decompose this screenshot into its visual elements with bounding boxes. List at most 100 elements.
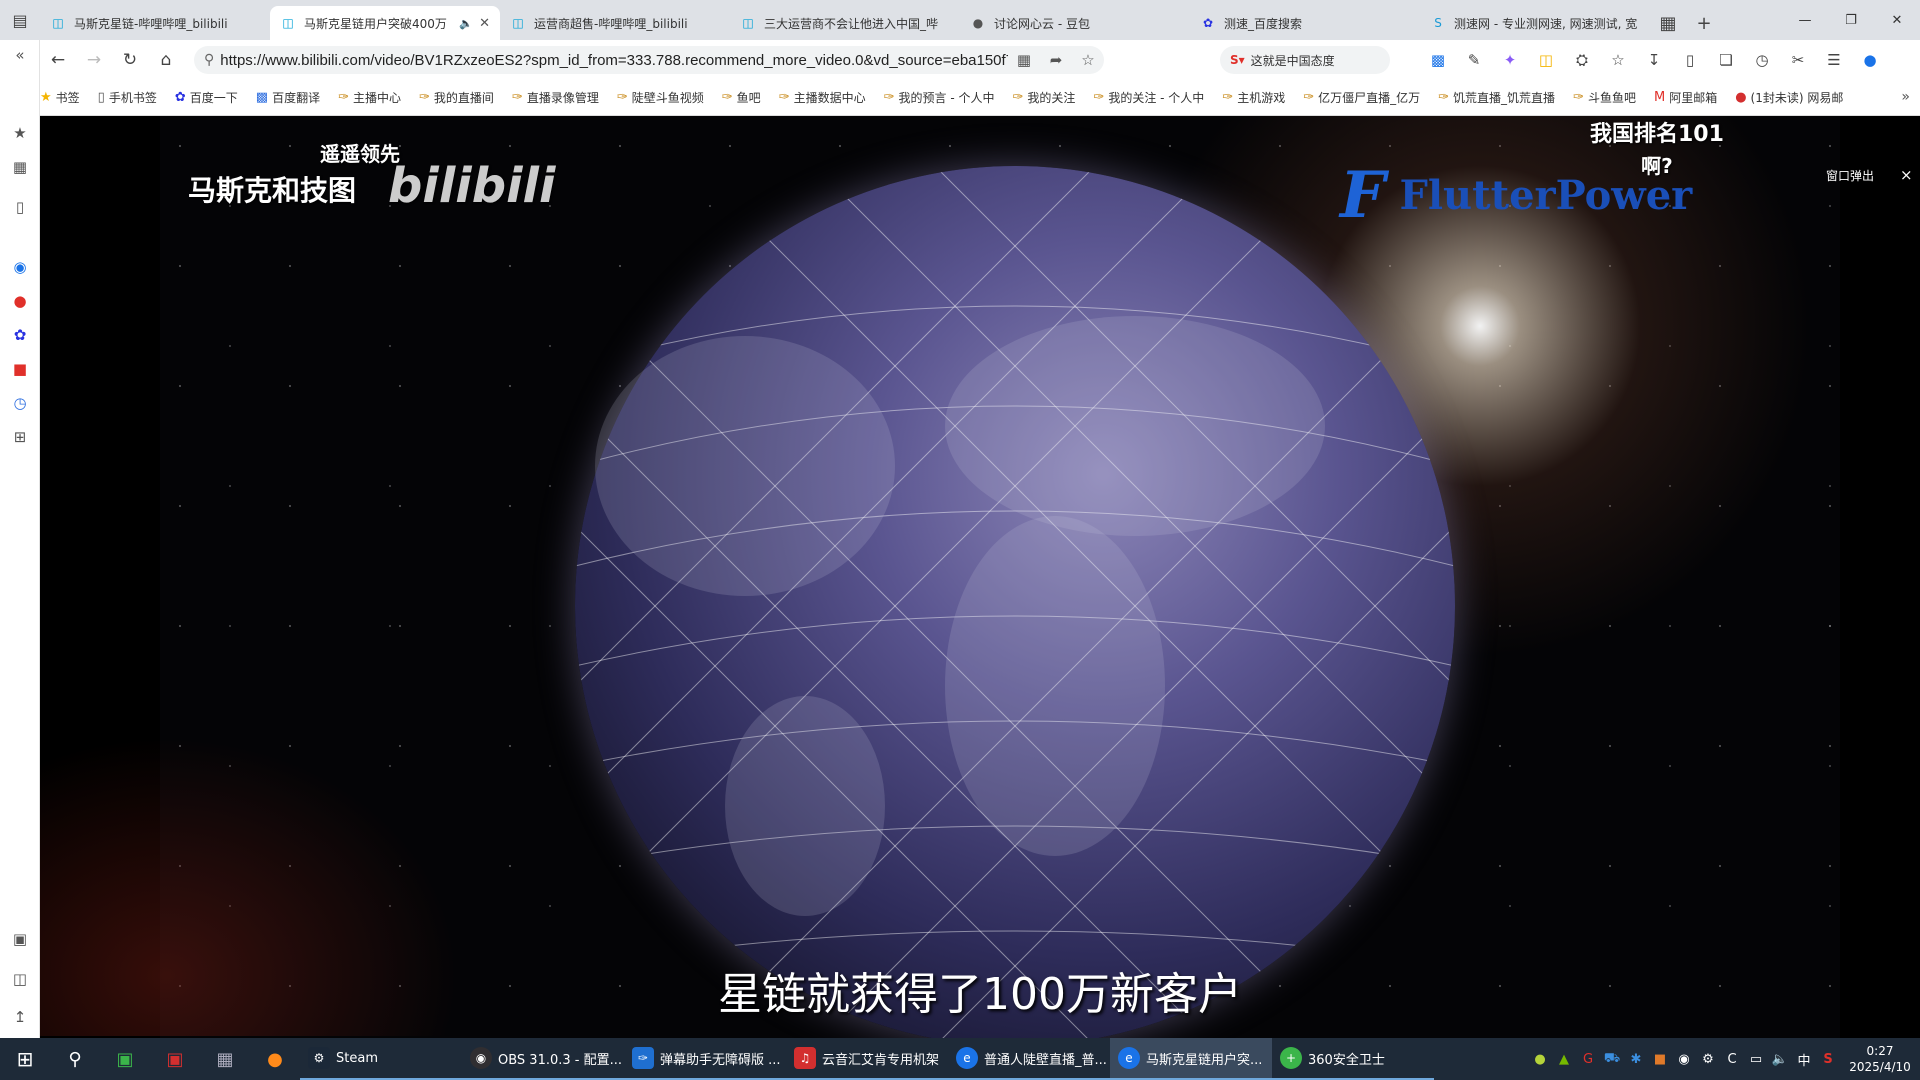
- add-side-icon[interactable]: ⊞: [0, 428, 40, 446]
- volume-icon[interactable]: 🔈: [1768, 1052, 1792, 1067]
- cut-icon[interactable]: ✂: [1780, 51, 1816, 69]
- clock-side-icon[interactable]: ◷: [0, 394, 40, 412]
- bookmark-item[interactable]: ✑ 斗鱼鱼吧: [1573, 89, 1636, 106]
- extensions-icon[interactable]: ⛭: [1564, 51, 1600, 69]
- search-box-text[interactable]: 这就是中国态度: [1251, 52, 1335, 69]
- taskbar-app-browser-1[interactable]: e 普通人陡壁直播_普...: [948, 1038, 1110, 1080]
- favorites-side-icon[interactable]: ★: [0, 124, 40, 142]
- home-icon[interactable]: ⌂: [148, 42, 184, 78]
- ime-icon[interactable]: S: [1816, 1052, 1840, 1067]
- avatar[interactable]: ●: [1852, 51, 1888, 69]
- bookmark-item[interactable]: ✑ 陡壁斗鱼视频: [617, 89, 704, 106]
- screenshot-icon[interactable]: ❏: [1708, 51, 1744, 69]
- folder-side-icon[interactable]: ▦: [0, 158, 40, 176]
- tray-obs-icon[interactable]: ◉: [1672, 1052, 1696, 1067]
- bookmark-item[interactable]: ✑ 我的预言 - 个人中: [884, 89, 995, 106]
- bookmark-item[interactable]: M 阿里邮箱: [1654, 89, 1717, 106]
- bookmark-item[interactable]: ✑ 饥荒直播_饥荒直播: [1438, 89, 1555, 106]
- search-engine-icon[interactable]: S▾: [1230, 53, 1245, 67]
- sidebar-toggle-icon[interactable]: ▤: [0, 0, 40, 40]
- download-icon[interactable]: ↧: [1636, 51, 1672, 69]
- reload-icon[interactable]: ↻: [112, 42, 148, 78]
- phone-icon[interactable]: ▯: [1672, 51, 1708, 69]
- ai-extension-icon[interactable]: ✦: [1492, 51, 1528, 69]
- cloud-music-pinned-icon[interactable]: ▣: [150, 1038, 200, 1080]
- popout-close-icon[interactable]: ×: [1900, 166, 1913, 184]
- tab-3[interactable]: ◫ 三大运营商不会让他进入中国_哔: [730, 6, 960, 40]
- bookmark-item[interactable]: ✑ 亿万僵尸直播_亿万: [1303, 89, 1420, 106]
- bookmark-item[interactable]: ✑ 主播中心: [338, 89, 401, 106]
- bookmark-item[interactable]: ✑ 主机游戏: [1222, 89, 1285, 106]
- window-close-icon[interactable]: ✕: [1874, 0, 1920, 40]
- new-tab-icon[interactable]: +: [1686, 6, 1722, 40]
- tab-1-active[interactable]: ◫ 马斯克星链用户突破400万 🔈 ✕: [270, 6, 500, 40]
- calculator-icon[interactable]: ▦: [200, 1038, 250, 1080]
- tray-g-icon[interactable]: G: [1576, 1052, 1600, 1067]
- translate-icon[interactable]: ▩: [1420, 51, 1456, 69]
- tray-shield-icon[interactable]: ⛟: [1600, 1051, 1624, 1068]
- bookmark-item[interactable]: ▯ 手机书签: [98, 89, 157, 106]
- tab-2[interactable]: ◫ 运营商超售-哔哩哔哩_bilibili: [500, 6, 730, 40]
- toolbox-icon[interactable]: ◫: [0, 970, 40, 988]
- network-icon[interactable]: ▭: [1744, 1052, 1768, 1067]
- input-language[interactable]: 中: [1792, 1050, 1816, 1069]
- collapse-icon[interactable]: «: [0, 46, 40, 64]
- news-side-icon[interactable]: ■: [0, 360, 40, 378]
- tray-bluetooth-icon[interactable]: ✱: [1624, 1052, 1648, 1067]
- taskbar-app-cloud-music[interactable]: ♫ 云音汇艾肯专用机架: [786, 1038, 948, 1080]
- draw-extension-icon[interactable]: ✎: [1456, 51, 1492, 69]
- phone-side-icon[interactable]: ▯: [0, 198, 40, 216]
- folder-icon[interactable]: ◫: [1528, 51, 1564, 69]
- video-player[interactable]: 遥遥领先 马斯克和技图 bilibili 我国排名101 啊? F Flutte…: [40, 116, 1920, 1038]
- menu-icon[interactable]: ☰: [1816, 51, 1852, 69]
- taskbar-app-danmaku[interactable]: ✑ 弹幕助手无障碍版 ...: [624, 1038, 786, 1080]
- bookmark-item[interactable]: ✑ 直播录像管理: [512, 89, 599, 106]
- bookmark-item[interactable]: ● (1封未读) 网易邮: [1735, 89, 1843, 106]
- tab-5[interactable]: ✿ 测速_百度搜索: [1190, 6, 1420, 40]
- back-icon[interactable]: ←: [40, 42, 76, 78]
- popout-button[interactable]: 窗口弹出: [1826, 167, 1874, 184]
- baidu-side-icon[interactable]: ✿: [0, 326, 40, 344]
- bookmarks-overflow-icon[interactable]: »: [1901, 89, 1910, 105]
- close-tab-icon[interactable]: ✕: [479, 16, 490, 31]
- bookmark-item[interactable]: ✿ 百度一下: [175, 89, 238, 106]
- taskbar-app-360[interactable]: + 360安全卫士: [1272, 1038, 1434, 1080]
- tab-list-icon[interactable]: ▦: [1650, 6, 1686, 40]
- app-side-icon[interactable]: ●: [0, 292, 40, 310]
- restore-icon[interactable]: ❐: [1828, 0, 1874, 40]
- history-icon[interactable]: ◷: [1744, 51, 1780, 69]
- forward-icon[interactable]: →: [76, 42, 112, 78]
- firefox-icon[interactable]: ●: [250, 1038, 300, 1080]
- search-box[interactable]: S▾ 这就是中国态度: [1220, 46, 1390, 74]
- bookmark-item[interactable]: ✑ 我的直播间: [419, 89, 494, 106]
- taskbar-app-browser-2[interactable]: e 马斯克星链用户突...: [1110, 1038, 1272, 1080]
- reader-mode-icon[interactable]: ▦: [1008, 51, 1040, 69]
- pin-icon[interactable]: ↥: [0, 1008, 40, 1026]
- sidebar-settings-icon[interactable]: ▣: [0, 930, 40, 948]
- tray-steam-icon[interactable]: ⚙: [1696, 1052, 1720, 1067]
- taskbar-app-obs[interactable]: ◉ OBS 31.0.3 - 配置...: [462, 1038, 624, 1080]
- bookmark-item[interactable]: ✑ 主播数据中心: [779, 89, 866, 106]
- address-bar[interactable]: ⚲ https://www.bilibili.com/video/BV1RZxz…: [194, 46, 1104, 74]
- address-url[interactable]: https://www.bilibili.com/video/BV1RZxzeo…: [220, 52, 1008, 69]
- tray-nvidia-icon[interactable]: ▲: [1552, 1052, 1576, 1067]
- wechat-icon[interactable]: ▣: [100, 1038, 150, 1080]
- bookmark-item[interactable]: ★ 书签: [40, 89, 80, 106]
- minimize-icon[interactable]: —: [1782, 0, 1828, 40]
- tray-app-icon[interactable]: ■: [1648, 1052, 1672, 1067]
- bookmark-item[interactable]: ▩ 百度翻译: [256, 89, 320, 106]
- bookmark-item[interactable]: ✑ 我的关注: [1012, 89, 1075, 106]
- taskbar-search-icon[interactable]: ⚲: [50, 1038, 100, 1080]
- bookmark-item[interactable]: ✑ 鱼吧: [722, 89, 761, 106]
- tab-4[interactable]: ● 讨论网心云 - 豆包: [960, 6, 1190, 40]
- share-icon[interactable]: ➦: [1040, 51, 1072, 69]
- speaker-icon[interactable]: 🔈: [459, 17, 473, 30]
- tab-0[interactable]: ◫ 马斯克星链-哔哩哔哩_bilibili: [40, 6, 270, 40]
- favorites-icon[interactable]: ☆: [1600, 51, 1636, 69]
- clock[interactable]: 0:27 2025/4/10: [1840, 1043, 1920, 1075]
- tray-360-icon[interactable]: ●: [1528, 1052, 1552, 1067]
- bookmark-star-icon[interactable]: ☆: [1072, 51, 1104, 69]
- bookmark-item[interactable]: ✑ 我的关注 - 个人中: [1093, 89, 1204, 106]
- taskbar-app-steam[interactable]: ⚙ Steam: [300, 1038, 462, 1080]
- windows-start-icon[interactable]: ⊞: [0, 1038, 50, 1080]
